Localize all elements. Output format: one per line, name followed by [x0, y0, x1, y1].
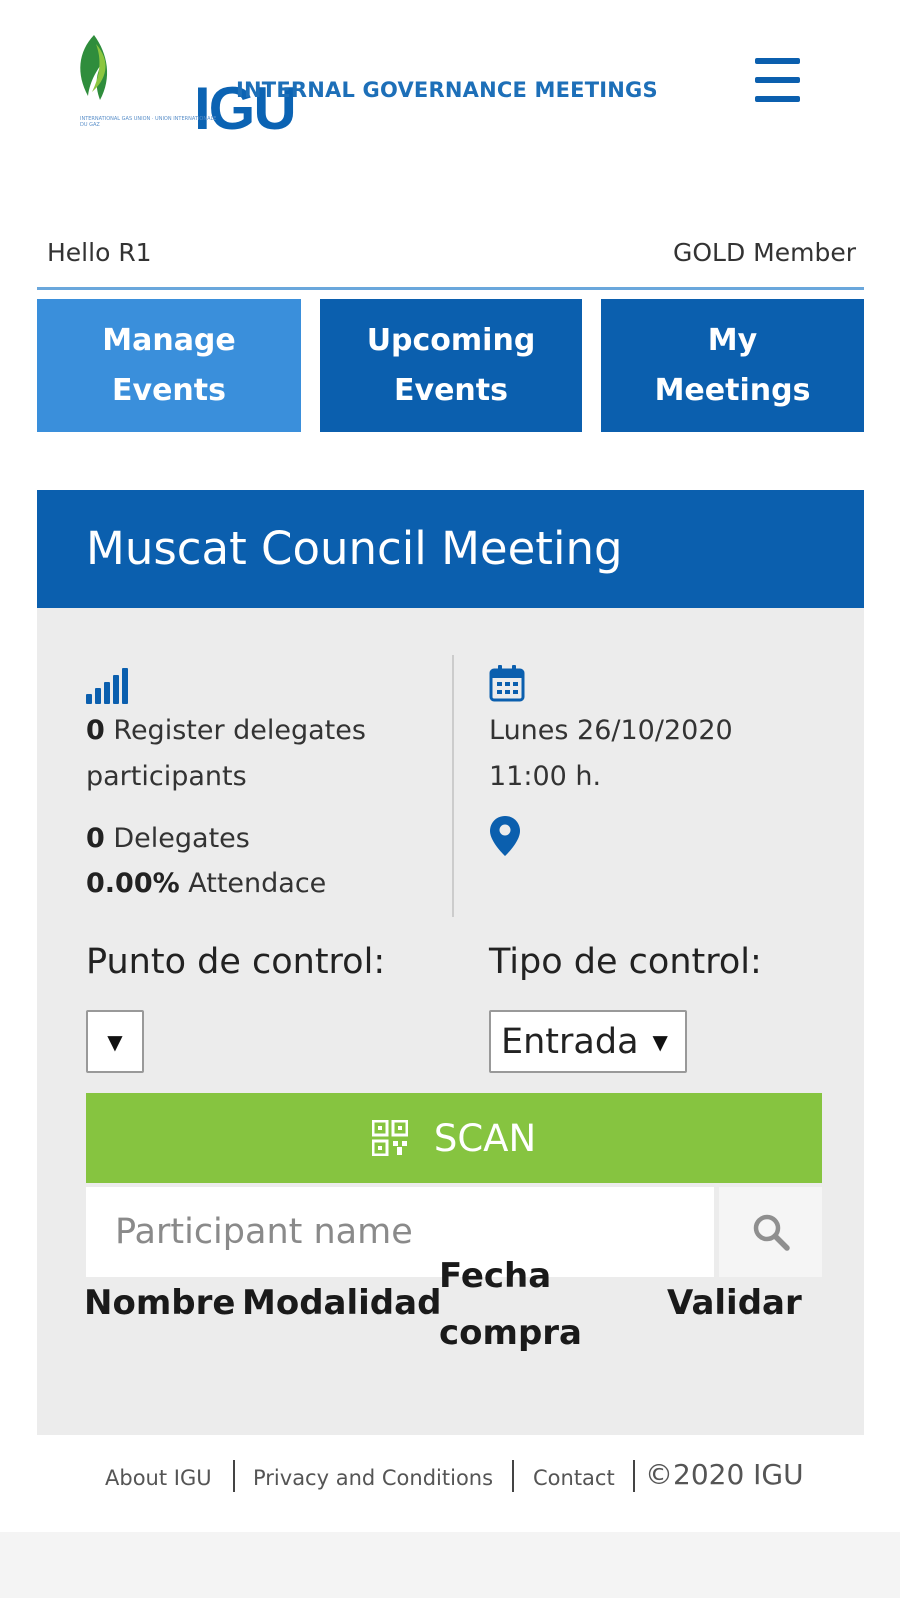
tipo-control-select[interactable]: Entrada ▼: [489, 1010, 687, 1073]
footer-separator: [233, 1460, 235, 1492]
search-icon: [753, 1214, 790, 1251]
column-header-validar: Validar: [667, 1283, 802, 1323]
footer-separator: [512, 1460, 514, 1492]
register-delegates-stat: 0 Register delegates: [86, 715, 366, 746]
tipo-selected-value: Entrada: [501, 1021, 639, 1062]
signal-bars-icon: [86, 666, 134, 704]
event-date: Lunes 26/10/2020: [489, 715, 733, 746]
user-greeting: Hello R1: [47, 238, 152, 267]
event-time: 11:00 h.: [489, 761, 602, 792]
delegates-stat: 0 Delegates: [86, 823, 250, 854]
tab-label-line2: Meetings: [654, 372, 811, 408]
tab-label-line2: Events: [112, 372, 226, 408]
igu-logo[interactable]: IGU INTERNATIONAL GAS UNION · UNION INTE…: [72, 30, 297, 142]
header-divider: [37, 287, 864, 290]
tab-label-line2: Events: [394, 372, 508, 408]
tab-upcoming-events[interactable]: Upcoming Events: [320, 299, 582, 432]
page-bottom-band: [0, 1532, 900, 1598]
delegates-label: Delegates: [113, 823, 250, 854]
fecha-line2: compra: [439, 1313, 582, 1353]
tab-manage-events[interactable]: Manage Events: [37, 299, 301, 432]
register-label-cont: participants: [86, 761, 247, 792]
event-card: Muscat Council Meeting 0 Register delega…: [37, 490, 864, 1435]
column-separator: [452, 655, 454, 917]
column-header-fecha-compra: Fecha compra: [439, 1248, 582, 1362]
flame-logo-icon: [80, 35, 108, 100]
attendance-value: 0.00%: [86, 868, 180, 899]
hamburger-menu-icon[interactable]: [755, 58, 800, 102]
attendance-label: Attendace: [188, 868, 327, 899]
event-card-header: Muscat Council Meeting: [37, 490, 864, 608]
qr-code-icon: [371, 1120, 408, 1156]
footer-link-about[interactable]: About IGU: [105, 1466, 212, 1490]
tab-label-line1: My: [707, 322, 758, 358]
footer-separator: [633, 1460, 635, 1492]
logo-tagline: INTERNATIONAL GAS UNION · UNION INTERNAT…: [80, 116, 217, 128]
attendance-stat: 0.00% Attendace: [86, 868, 326, 899]
location-pin-icon[interactable]: [489, 815, 521, 857]
register-count: 0: [86, 715, 105, 746]
fecha-line1: Fecha: [439, 1256, 552, 1296]
punto-control-select[interactable]: ▼: [86, 1010, 144, 1073]
tab-label-line1: Manage: [102, 322, 236, 358]
punto-control-label: Punto de control:: [86, 942, 386, 982]
column-header-modalidad: Modalidad: [242, 1283, 442, 1323]
register-label: Register delegates: [113, 715, 366, 746]
header: IGU INTERNATIONAL GAS UNION · UNION INTE…: [0, 0, 900, 200]
event-title: Muscat Council Meeting: [86, 522, 623, 575]
chevron-down-icon: ▼: [107, 1029, 123, 1054]
footer-link-privacy[interactable]: Privacy and Conditions: [253, 1466, 493, 1490]
site-title: INTERNAL GOVERNANCE MEETINGS: [236, 78, 658, 102]
column-header-nombre: Nombre: [84, 1283, 236, 1323]
membership-badge: GOLD Member: [672, 238, 856, 267]
footer-link-contact[interactable]: Contact: [533, 1466, 615, 1490]
footer: About IGU Privacy and Conditions Contact…: [0, 1456, 900, 1516]
participant-search-input[interactable]: [86, 1187, 714, 1277]
chevron-down-icon: ▼: [652, 1029, 668, 1054]
delegates-count: 0: [86, 823, 105, 854]
tab-my-meetings[interactable]: My Meetings: [601, 299, 864, 432]
tab-label-line1: Upcoming: [366, 322, 536, 358]
tipo-control-label: Tipo de control:: [489, 942, 762, 982]
scan-label: SCAN: [433, 1116, 537, 1160]
calendar-icon: [489, 665, 525, 702]
copyright: ©2020 IGU: [645, 1458, 804, 1491]
scan-button[interactable]: SCAN: [86, 1093, 822, 1183]
search-button[interactable]: [719, 1187, 822, 1277]
